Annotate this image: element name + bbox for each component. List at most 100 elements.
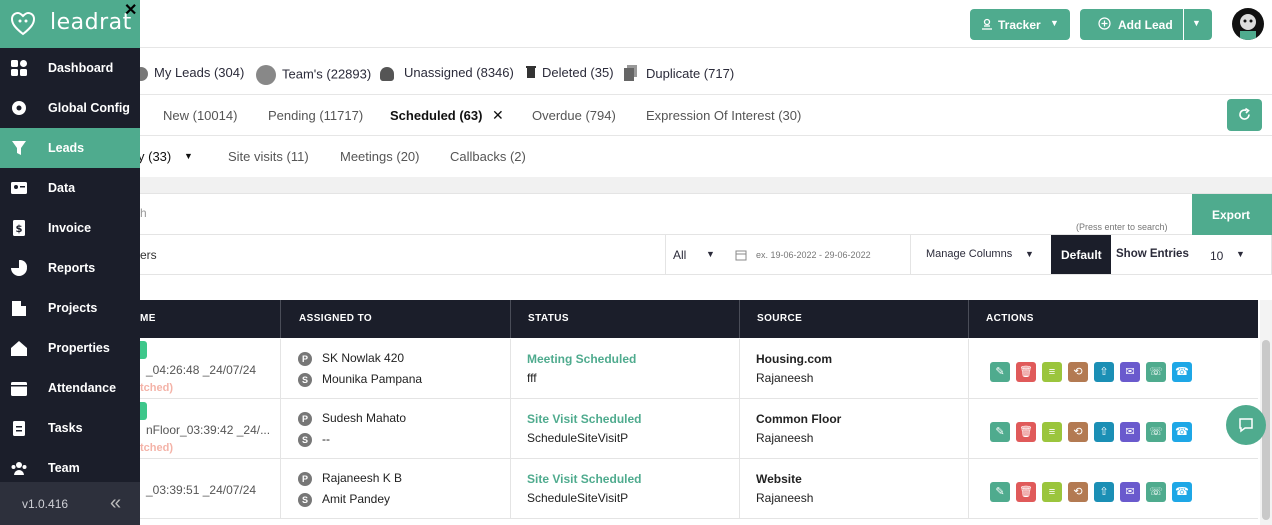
tab-expression-of-interest[interactable]: Expression Of Interest (30) — [646, 108, 801, 123]
tab-callbacks[interactable]: Callbacks (2) — [450, 149, 526, 164]
filter-row: ers All ▼ ex. 19-06-2022 - 29-06-2022 Ma… — [140, 235, 1272, 275]
team-icon — [10, 459, 28, 477]
sidebar-item-properties[interactable]: Properties — [0, 328, 140, 368]
collapse-sidebar-icon[interactable]: « — [110, 492, 121, 515]
duplicate-tab[interactable]: Duplicate (717) — [624, 65, 734, 84]
notes-icon[interactable]: ≡ — [1042, 362, 1062, 382]
col-header-assigned[interactable]: Assigned To — [299, 313, 372, 324]
tracker-button[interactable]: Tracker ▼ — [970, 9, 1070, 40]
status-note: ScheduleSiteVisitP — [527, 491, 629, 505]
whatsapp-icon[interactable]: ☏ — [1146, 362, 1166, 382]
table-row[interactable]: _04:26:48 _24/07/24 tched) P SK Nowlak 420 S… — [140, 339, 1258, 399]
history-icon[interactable]: ⟲ — [1068, 362, 1088, 382]
col-header-name[interactable]: me — [140, 313, 156, 324]
sidebar-item-label: Global Config — [48, 101, 130, 115]
unassigned-tab[interactable]: Unassigned (8346) — [380, 65, 514, 81]
calendar-icon — [735, 249, 747, 264]
table-row[interactable]: nFloor_03:39:42 _24/... tched) P Sudesh Mah… — [140, 399, 1258, 459]
refresh-button[interactable] — [1227, 99, 1262, 131]
delete-icon[interactable]: 🗑 — [1016, 422, 1036, 442]
deleted-tab[interactable]: Deleted (35) — [525, 65, 614, 82]
email-icon[interactable]: ✉ — [1120, 362, 1140, 382]
assigned-secondary: S -- — [298, 432, 330, 447]
my-leads-tab[interactable]: My Leads (304) — [134, 65, 244, 81]
date-type-select[interactable]: All ▼ — [665, 235, 727, 274]
teams-label: Team's (22893) — [282, 66, 372, 82]
col-separator — [280, 399, 281, 459]
invoice-icon: $ — [10, 219, 28, 237]
notes-icon[interactable]: ≡ — [1042, 482, 1062, 502]
gear-icon — [10, 99, 28, 117]
col-separator — [968, 300, 969, 338]
col-separator — [968, 399, 969, 459]
tab-today[interactable]: y (33) — [138, 149, 171, 164]
chevron-down-icon[interactable]: ▼ — [1192, 18, 1201, 28]
whatsapp-icon[interactable]: ☏ — [1146, 422, 1166, 442]
lead-name-cell[interactable]: _03:39:51 _24/07/24 — [146, 483, 256, 497]
lead-name-cell[interactable]: nFloor_03:39:42 _24/... — [146, 423, 270, 437]
tab-meetings[interactable]: Meetings (20) — [340, 149, 419, 164]
sidebar-item-dashboard[interactable]: Dashboard — [0, 48, 140, 88]
tab-scheduled[interactable]: Scheduled (63) — [390, 108, 482, 123]
delete-icon[interactable]: 🗑 — [1016, 362, 1036, 382]
sidebar-item-leads[interactable]: Leads — [0, 128, 140, 168]
notes-icon[interactable]: ≡ — [1042, 422, 1062, 442]
export-button[interactable]: Export — [1192, 194, 1272, 235]
version-label: v1.0.416 — [22, 497, 69, 511]
status-label[interactable]: Site Visit Scheduled — [527, 472, 641, 486]
date-range-input[interactable]: ex. 19-06-2022 - 29-06-2022 — [727, 235, 911, 274]
lead-name-cell[interactable]: _04:26:48 _24/07/24 — [146, 363, 256, 377]
table-row[interactable]: _03:39:51 _24/07/24 P Rajaneesh K B S Amit P… — [140, 459, 1258, 519]
tab-overdue[interactable]: Overdue (794) — [532, 108, 616, 123]
edit-icon[interactable]: ✎ — [990, 362, 1010, 382]
phone-icon[interactable]: ☎ — [1172, 482, 1192, 502]
col-header-actions[interactable]: Actions — [986, 313, 1034, 324]
upload-icon[interactable]: ⇧ — [1094, 422, 1114, 442]
sidebar-item-reports[interactable]: Reports — [0, 248, 140, 288]
email-icon[interactable]: ✉ — [1120, 422, 1140, 442]
email-icon[interactable]: ✉ — [1120, 482, 1140, 502]
tab-site-visits[interactable]: Site visits (11) — [228, 149, 309, 164]
tab-pending[interactable]: Pending (11717) — [268, 108, 363, 123]
close-icon[interactable]: ✕ — [124, 0, 137, 20]
phone-icon[interactable]: ☎ — [1172, 422, 1192, 442]
col-header-source[interactable]: Source — [757, 313, 802, 324]
svg-text:$: $ — [16, 224, 23, 235]
history-icon[interactable]: ⟲ — [1068, 422, 1088, 442]
sidebar-item-tasks[interactable]: Tasks — [0, 408, 140, 448]
history-icon[interactable]: ⟲ — [1068, 482, 1088, 502]
chat-fab[interactable] — [1226, 405, 1266, 445]
status-label[interactable]: Site Visit Scheduled — [527, 412, 641, 426]
filters-button[interactable]: ers — [140, 248, 157, 262]
status-label[interactable]: Meeting Scheduled — [527, 352, 636, 366]
default-view-button[interactable]: Default — [1051, 235, 1111, 274]
upload-icon[interactable]: ⇧ — [1094, 362, 1114, 382]
sidebar-item-projects[interactable]: Projects — [0, 288, 140, 328]
trash-icon — [525, 65, 537, 82]
add-lead-button[interactable]: Add Lead ▼ — [1080, 9, 1212, 40]
col-header-status[interactable]: Status — [528, 313, 569, 324]
sidebar-item-attendance[interactable]: Attendance — [0, 368, 140, 408]
edit-icon[interactable]: ✎ — [990, 482, 1010, 502]
search-input[interactable]: h — [140, 206, 147, 220]
upload-icon[interactable]: ⇧ — [1094, 482, 1114, 502]
close-tab-icon[interactable]: ✕ — [492, 107, 504, 124]
sidebar-item-invoice[interactable]: $ Invoice — [0, 208, 140, 248]
tab-new[interactable]: New (10014) — [163, 108, 237, 123]
manage-columns-select[interactable]: Manage Columns ▼ — [926, 235, 1052, 274]
teams-tab[interactable]: Team's (22893) — [256, 65, 371, 85]
sidebar-item-global-config[interactable]: Global Config — [0, 88, 140, 128]
edit-icon[interactable]: ✎ — [990, 422, 1010, 442]
delete-icon[interactable]: 🗑 — [1016, 482, 1036, 502]
phone-icon[interactable]: ☎ — [1172, 362, 1192, 382]
entries-select[interactable]: 10 ▼ — [1206, 235, 1256, 274]
col-separator — [968, 459, 969, 519]
col-separator — [510, 459, 511, 519]
sidebar-item-data[interactable]: Data — [0, 168, 140, 208]
chevron-down-icon[interactable]: ▼ — [184, 151, 193, 161]
avatar[interactable] — [1232, 8, 1264, 40]
brand-logo[interactable]: leadrat — [0, 0, 140, 48]
whatsapp-icon[interactable]: ☏ — [1146, 482, 1166, 502]
duplicate-icon — [624, 65, 638, 84]
add-lead-divider — [1183, 9, 1184, 40]
